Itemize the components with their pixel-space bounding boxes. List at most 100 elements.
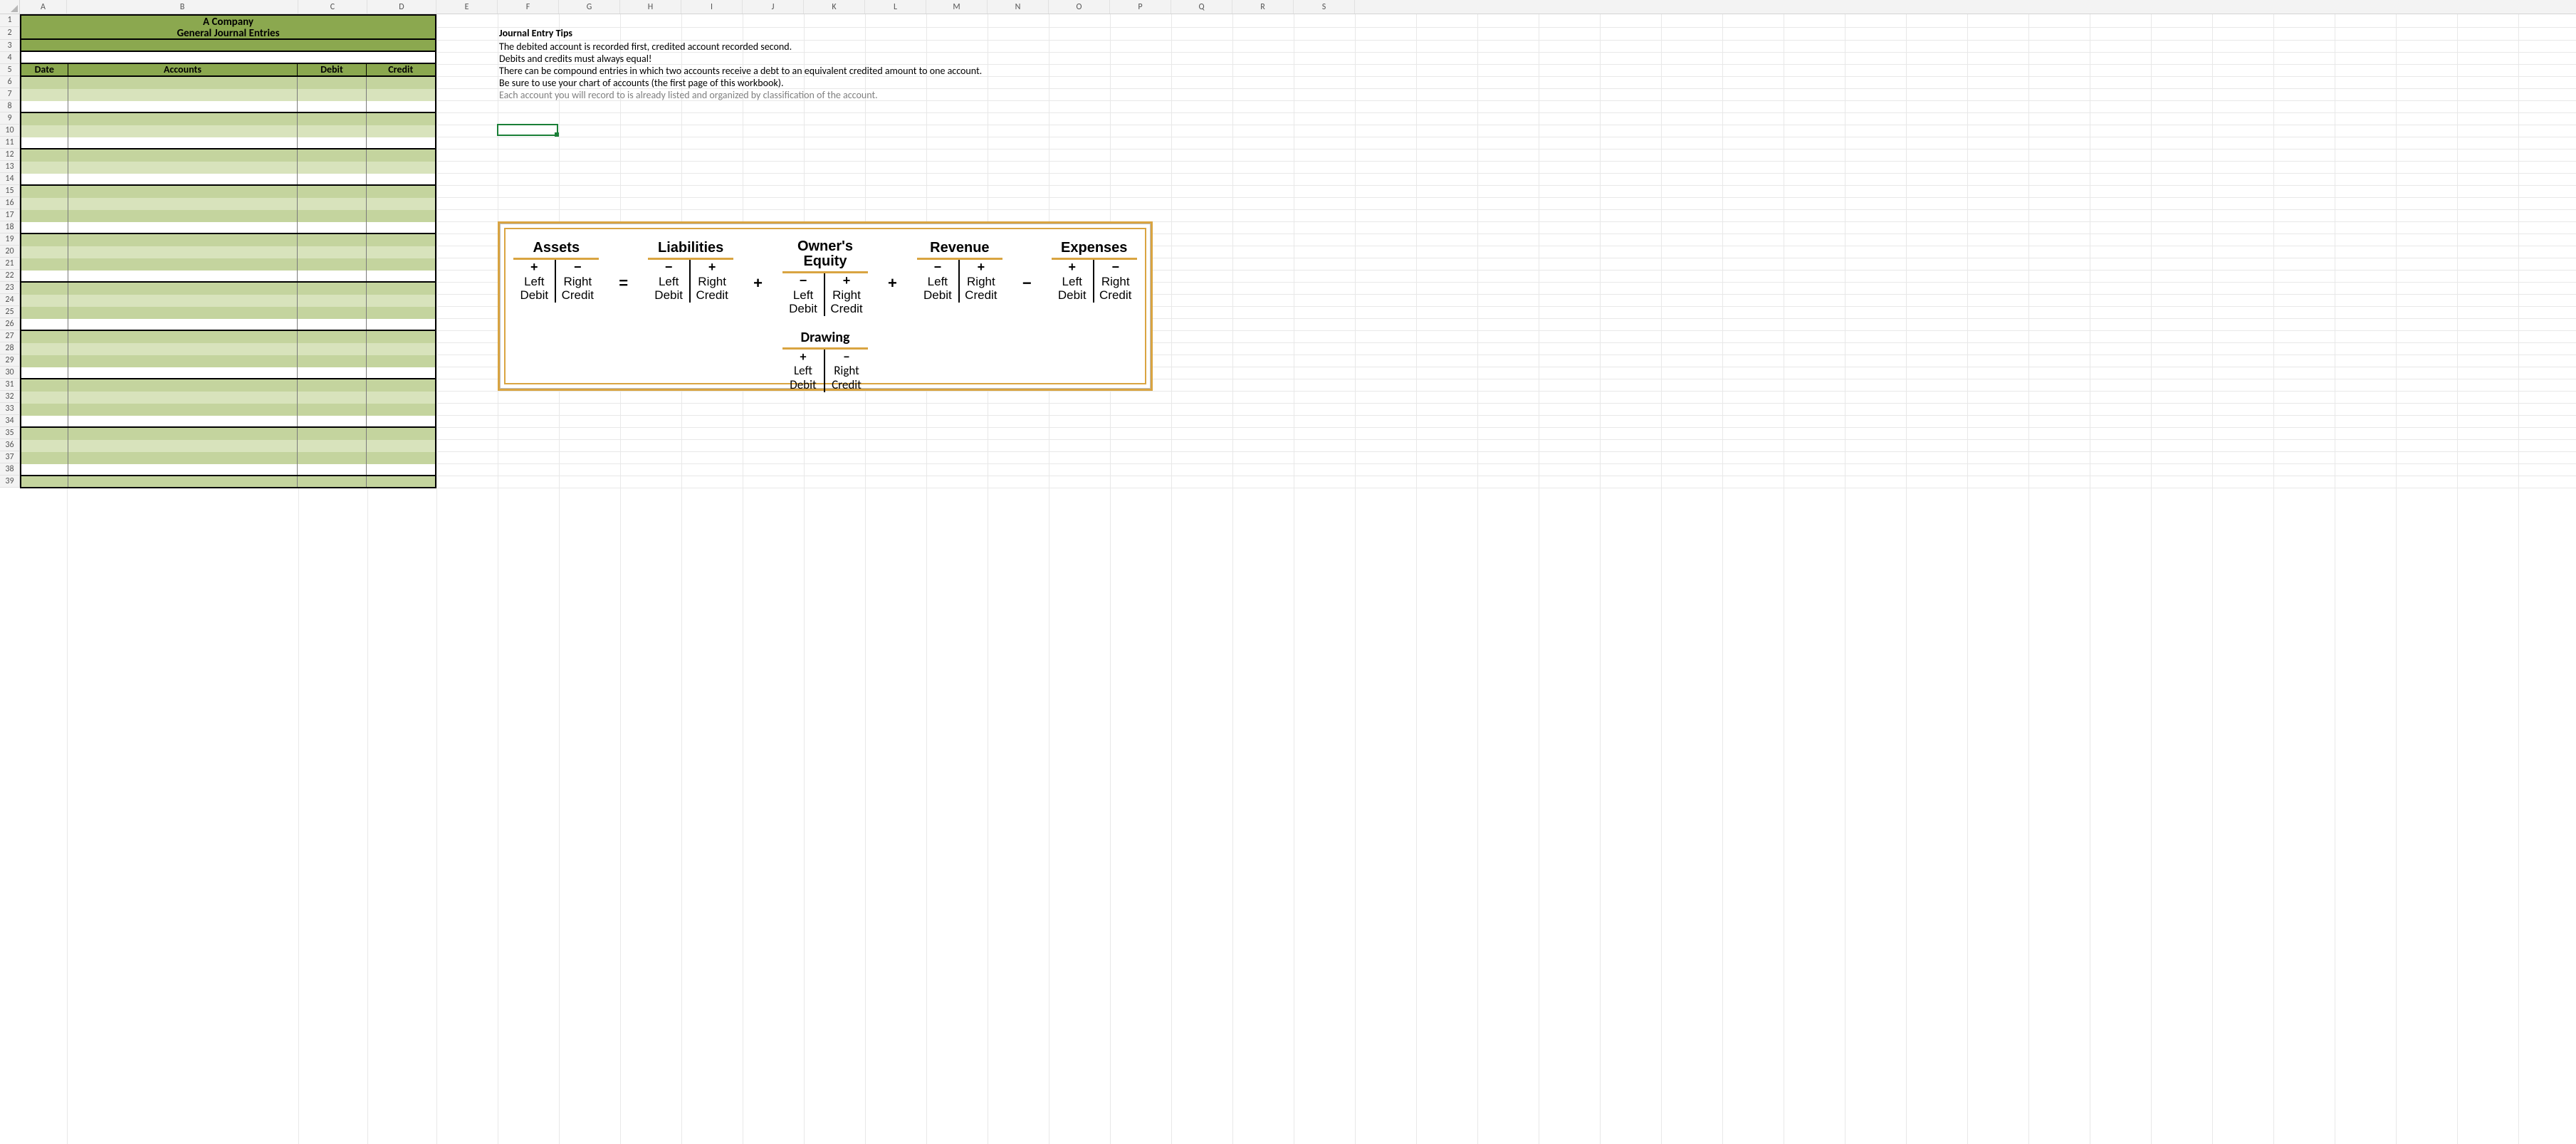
journal-cell[interactable] [367,186,435,198]
row-header[interactable]: 8 [0,100,20,112]
journal-cell[interactable] [298,404,366,416]
journal-row[interactable] [20,101,436,113]
journal-row[interactable] [20,222,436,234]
journal-cell[interactable] [367,367,435,378]
journal-cell[interactable] [21,307,68,319]
journal-cell[interactable] [298,476,366,487]
journal-row[interactable] [20,89,436,101]
journal-cell[interactable] [68,464,298,475]
journal-row[interactable] [20,77,436,89]
row-header[interactable]: 1 [0,14,20,27]
journal-cell[interactable] [298,149,366,162]
journal-cell[interactable] [68,428,298,440]
journal-row[interactable] [20,440,436,452]
journal-cell[interactable] [298,392,366,404]
journal-cell[interactable] [68,258,298,271]
journal-row[interactable] [20,113,436,125]
row-header[interactable]: 39 [0,476,20,488]
journal-row[interactable] [20,331,436,343]
journal-cell[interactable] [68,331,298,343]
journal-cell[interactable] [367,234,435,246]
journal-cell[interactable] [298,246,366,258]
journal-cell[interactable] [21,258,68,271]
journal-cell[interactable] [367,149,435,162]
journal-cell[interactable] [367,343,435,355]
column-header[interactable]: B [67,0,298,14]
journal-cell[interactable] [298,234,366,246]
row-header[interactable]: 16 [0,197,20,209]
journal-cell[interactable] [298,198,366,210]
journal-cell[interactable] [68,476,298,487]
row-header[interactable]: 11 [0,137,20,149]
journal-cell[interactable] [298,174,366,184]
journal-cell[interactable] [367,392,435,404]
journal-row[interactable] [20,416,436,428]
journal-cell[interactable] [367,174,435,184]
journal-row[interactable] [20,476,436,488]
journal-cell[interactable] [21,234,68,246]
row-header[interactable]: 36 [0,439,20,451]
journal-cell[interactable] [298,440,366,452]
journal-row[interactable] [20,355,436,367]
journal-cell[interactable] [367,89,435,101]
journal-row[interactable] [20,283,436,295]
journal-cell[interactable] [298,222,366,233]
row-header[interactable]: 33 [0,403,20,415]
journal-cell[interactable] [298,379,366,392]
row-header[interactable]: 26 [0,318,20,330]
journal-row[interactable] [20,464,436,476]
row-header[interactable]: 19 [0,233,20,246]
column-header[interactable]: N [988,0,1049,14]
row-header[interactable]: 29 [0,355,20,367]
journal-cell[interactable] [367,331,435,343]
journal-row[interactable] [20,258,436,271]
column-header[interactable]: I [681,0,743,14]
journal-cell[interactable] [367,440,435,452]
journal-cell[interactable] [367,137,435,148]
row-header[interactable]: 5 [0,64,20,76]
row-header[interactable]: 10 [0,125,20,137]
journal-cell[interactable] [68,404,298,416]
row-header[interactable]: 4 [0,52,20,64]
column-header[interactable]: O [1049,0,1110,14]
journal-cell[interactable] [367,113,435,125]
journal-cell[interactable] [367,101,435,112]
journal-cell[interactable] [68,283,298,295]
row-header[interactable]: 12 [0,149,20,161]
journal-cell[interactable] [367,125,435,137]
journal-cell[interactable] [298,367,366,378]
journal-cell[interactable] [21,222,68,233]
column-header[interactable]: Q [1171,0,1232,14]
journal-cell[interactable] [21,149,68,162]
column-header[interactable]: R [1232,0,1294,14]
journal-cell[interactable] [298,77,366,89]
row-header[interactable]: 38 [0,463,20,476]
journal-row[interactable] [20,452,436,464]
row-header[interactable]: 2 [0,27,20,40]
journal-cell[interactable] [68,392,298,404]
row-header[interactable]: 13 [0,161,20,173]
journal-cell[interactable] [21,77,68,89]
column-header[interactable]: E [436,0,498,14]
journal-row[interactable] [20,404,436,416]
journal-row[interactable] [20,137,436,149]
row-header[interactable]: 23 [0,282,20,294]
row-header[interactable]: 21 [0,258,20,270]
row-header[interactable]: 3 [0,40,20,52]
journal-cell[interactable] [21,198,68,210]
journal-cell[interactable] [68,89,298,101]
journal-cell[interactable] [68,271,298,281]
column-header[interactable]: L [865,0,926,14]
journal-row[interactable] [20,428,436,440]
journal-cell[interactable] [68,295,298,307]
journal-cell[interactable] [298,137,366,148]
journal-cell[interactable] [367,319,435,330]
column-header[interactable]: K [804,0,865,14]
journal-cell[interactable] [68,343,298,355]
journal-cell[interactable] [21,428,68,440]
selected-cell[interactable] [497,124,558,136]
journal-row[interactable] [20,186,436,198]
journal-row[interactable] [20,379,436,392]
journal-cell[interactable] [298,101,366,112]
journal-cell[interactable] [21,162,68,174]
